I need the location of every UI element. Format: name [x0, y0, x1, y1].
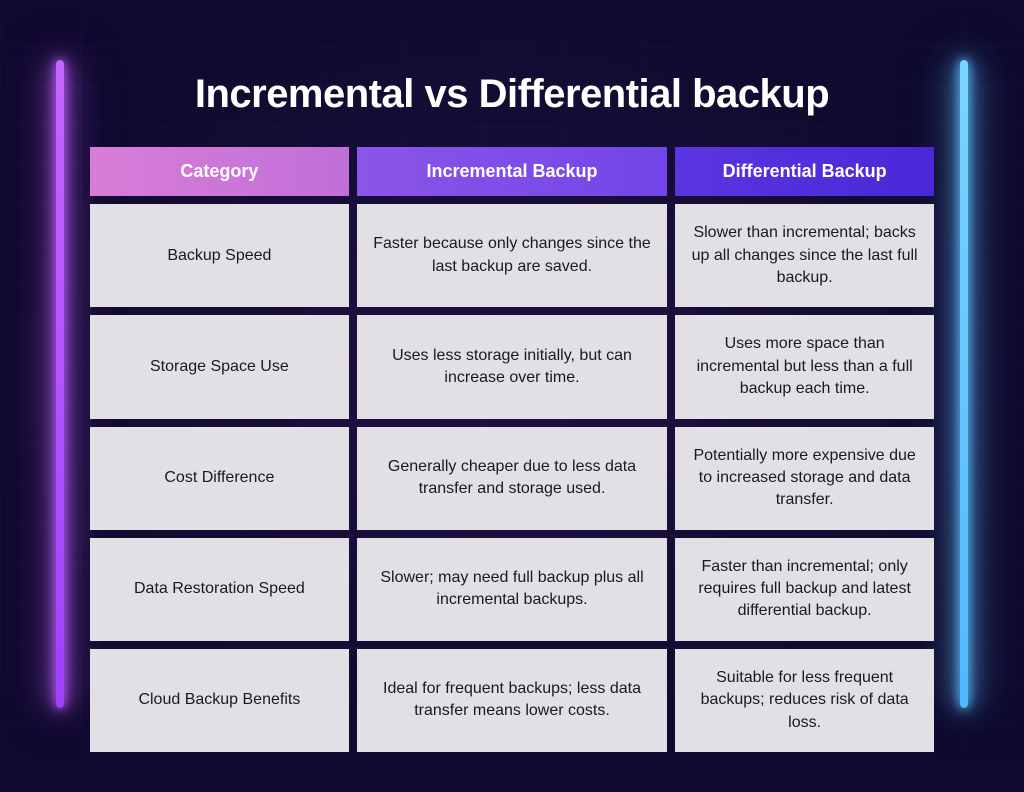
cell-differential: Potentially more expensive due to increa… — [675, 427, 934, 530]
cell-differential: Faster than incremental; only requires f… — [675, 538, 934, 641]
cell-category: Data Restoration Speed — [90, 538, 349, 641]
cell-differential: Slower than incremental; backs up all ch… — [675, 204, 934, 307]
table-row: Cloud Backup Benefits Ideal for frequent… — [90, 649, 934, 752]
cell-category: Cloud Backup Benefits — [90, 649, 349, 752]
table-row: Data Restoration Speed Slower; may need … — [90, 538, 934, 641]
cell-incremental: Ideal for frequent backups; less data tr… — [357, 649, 668, 752]
header-differential: Differential Backup — [675, 147, 934, 196]
cell-category: Backup Speed — [90, 204, 349, 307]
page-title: Incremental vs Differential backup — [90, 72, 934, 117]
cell-incremental: Slower; may need full backup plus all in… — [357, 538, 668, 641]
content-area: Incremental vs Differential backup Categ… — [0, 0, 1024, 792]
comparison-table: Category Incremental Backup Differential… — [90, 147, 934, 752]
cell-differential: Suitable for less frequent backups; redu… — [675, 649, 934, 752]
cell-incremental: Uses less storage initially, but can inc… — [357, 315, 668, 418]
table-row: Storage Space Use Uses less storage init… — [90, 315, 934, 418]
table-row: Backup Speed Faster because only changes… — [90, 204, 934, 307]
cell-incremental: Generally cheaper due to less data trans… — [357, 427, 668, 530]
table-header-row: Category Incremental Backup Differential… — [90, 147, 934, 196]
cell-category: Cost Difference — [90, 427, 349, 530]
table-row: Cost Difference Generally cheaper due to… — [90, 427, 934, 530]
cell-incremental: Faster because only changes since the la… — [357, 204, 668, 307]
header-category: Category — [90, 147, 349, 196]
cell-category: Storage Space Use — [90, 315, 349, 418]
header-incremental: Incremental Backup — [357, 147, 668, 196]
cell-differential: Uses more space than incremental but les… — [675, 315, 934, 418]
